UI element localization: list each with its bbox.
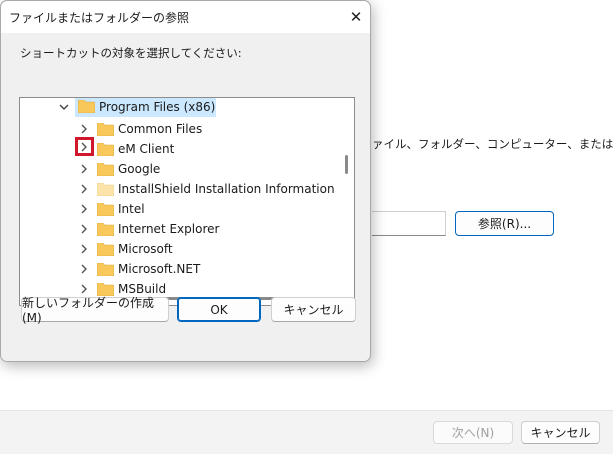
chevron-right-icon[interactable] — [77, 162, 91, 176]
tree-item-label: Common Files — [118, 122, 203, 136]
folder-icon — [96, 222, 115, 237]
tree-item-label: InstallShield Installation Information — [118, 182, 335, 196]
dialog-cancel-button[interactable]: キャンセル — [271, 297, 356, 322]
dialog-body: ショートカットの対象を選択してください: Program Files (x86)… — [1, 33, 370, 361]
wizard-cancel-button[interactable]: キャンセル — [521, 421, 600, 444]
chevron-right-icon[interactable] — [77, 182, 91, 196]
tree-item-label: Microsoft.NET — [118, 262, 201, 276]
folder-icon — [96, 262, 115, 277]
chevron-right-icon[interactable] — [77, 122, 91, 136]
dialog-titlebar[interactable]: ファイルまたはフォルダーの参照 ✕ — [1, 1, 370, 33]
tree-item-label: Intel — [118, 202, 145, 216]
ok-button[interactable]: OK — [177, 297, 261, 322]
folder-icon — [96, 242, 115, 257]
next-button[interactable]: 次へ(N) — [433, 421, 513, 444]
folder-tree[interactable]: Program Files (x86) Common Files eM Clien… — [19, 97, 355, 306]
folder-icon — [96, 202, 115, 217]
tree-item-label: Internet Explorer — [118, 222, 220, 236]
browse-button[interactable]: 参照(R)... — [455, 211, 554, 236]
dialog-prompt: ショートカットの対象を選択してください: — [20, 46, 242, 60]
tree-item-label: Microsoft — [118, 242, 173, 256]
chevron-right-icon[interactable] — [77, 262, 91, 276]
browse-folder-dialog: ファイルまたはフォルダーの参照 ✕ ショートカットの対象を選択してください: P… — [0, 0, 371, 362]
highlighted-expand-chevron[interactable] — [75, 137, 94, 156]
close-icon[interactable]: ✕ — [344, 5, 368, 29]
tree-item-label: Google — [118, 162, 161, 176]
dialog-title: ファイルまたはフォルダーの参照 — [9, 11, 190, 25]
chevron-right-icon[interactable] — [77, 202, 91, 216]
folder-icon — [96, 122, 115, 137]
tree-item-label: eM Client — [118, 142, 175, 156]
folder-icon — [96, 182, 115, 197]
tree-item-label: Program Files (x86) — [99, 100, 216, 114]
chevron-right-icon[interactable] — [77, 222, 91, 236]
folder-icon — [77, 99, 96, 114]
folder-icon — [96, 162, 115, 177]
folder-icon — [96, 142, 115, 157]
chevron-right-icon[interactable] — [77, 242, 91, 256]
chevron-down-icon[interactable] — [57, 100, 71, 114]
location-input[interactable] — [372, 211, 446, 236]
new-folder-button[interactable]: 新しいフォルダーの作成(M) — [21, 296, 169, 325]
wizard-description: ァイル、フォルダー、コンピューター、またはイン — [372, 137, 613, 151]
vertical-scrollbar[interactable] — [345, 155, 348, 174]
